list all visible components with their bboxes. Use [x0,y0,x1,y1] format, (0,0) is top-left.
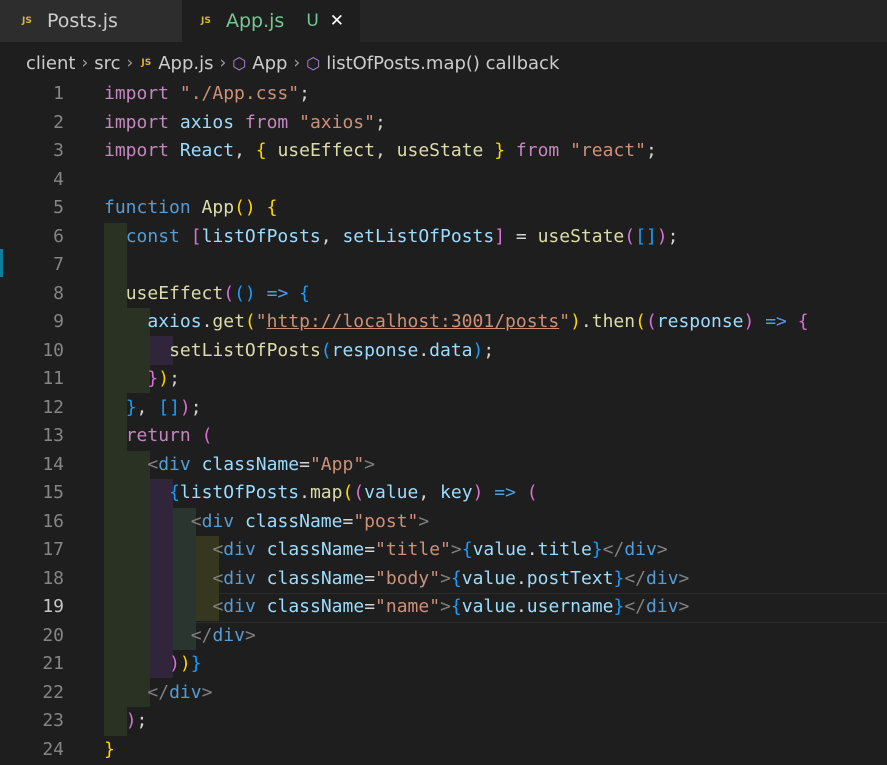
tab-posts-js[interactable]: JS Posts.js [0,0,182,42]
chevron-right-icon: › [293,53,301,73]
code-line[interactable]: <div className="App"> [104,451,809,480]
breadcrumb: client › src › JS App.js › ⬡ App › ⬡ lis… [0,42,887,84]
breadcrumb-symbol-app[interactable]: App [252,53,287,74]
code-line[interactable]: <div className="body">{value.postText}</… [104,565,809,594]
line-number: 9 [53,311,64,332]
code-line[interactable]: </div> [104,679,809,708]
line-number: 20 [42,624,64,646]
code-line[interactable]: ); [104,707,809,736]
code-line[interactable]: const [listOfPosts, setListOfPosts] = us… [104,223,809,252]
code-line[interactable]: <div className="name">{value.username}</… [104,593,809,622]
javascript-file-icon: JS [201,16,211,26]
code-line[interactable] [104,166,809,195]
line-number: 15 [42,482,64,503]
code-line[interactable]: }, []); [104,394,809,423]
code-line[interactable]: </div> [104,622,809,651]
chevron-right-icon: › [219,53,227,73]
line-number: 16 [42,510,64,532]
line-number: 11 [42,368,64,389]
line-number: 2 [53,111,64,133]
code-line[interactable]: }); [104,365,809,394]
javascript-file-icon: JS [22,16,32,26]
line-number: 14 [42,453,64,475]
breadcrumb-symbol-callback[interactable]: listOfPosts.map() callback [326,53,559,74]
tab-app-js[interactable]: JS App.js U ✕ [182,0,360,42]
javascript-file-icon: JS [141,58,152,68]
line-number: 4 [53,168,64,190]
symbol-function-icon: ⬡ [306,53,321,73]
line-number: 21 [42,653,64,674]
breadcrumb-folder-client[interactable]: client [26,53,75,74]
code-line[interactable] [104,251,809,280]
symbol-function-icon: ⬡ [232,53,247,73]
code-line[interactable]: import "./App.css"; [104,80,809,109]
line-number: 18 [42,567,64,589]
code-line[interactable]: return ( [104,422,809,451]
line-number: 10 [42,339,64,361]
line-number: 13 [42,425,64,446]
code-line[interactable]: <div className="title">{value.title}</di… [104,536,809,565]
code-line[interactable]: } [104,736,809,765]
breadcrumb-file-app-js[interactable]: App.js [158,53,213,74]
code-line[interactable]: {listOfPosts.map((value, key) => ( [104,479,809,508]
untracked-status-badge: U [306,11,319,31]
line-number-gutter: 1 2 3 4 5 6 7 8 9 10 11 12 13 14 15 16 17 18 19 20 21 22 23 24 [0,80,88,764]
line-number: 12 [42,396,64,418]
line-number: 8 [53,282,64,304]
code-line[interactable]: <div className="post"> [104,508,809,537]
line-number: 5 [53,197,64,218]
code-line[interactable]: useEffect(() => { [104,280,809,309]
line-number: 17 [42,539,64,560]
code-line[interactable]: setListOfPosts(response.data); [104,337,809,366]
line-number: 1 [53,83,64,104]
chevron-right-icon: › [81,53,89,73]
tab-label: App.js [226,10,285,32]
chevron-right-icon: › [126,53,134,73]
code-editor[interactable]: import "./App.css"; import axios from "ax… [104,80,809,764]
line-number: 24 [42,738,64,760]
line-number: 19 [42,596,64,617]
close-tab-icon[interactable]: ✕ [330,11,344,31]
code-line[interactable]: import axios from "axios"; [104,109,809,138]
line-number: 22 [42,681,64,703]
code-line[interactable]: axios.get("http://localhost:3001/posts")… [104,308,808,337]
breadcrumb-folder-src[interactable]: src [94,53,120,74]
line-number: 3 [53,140,64,161]
code-line[interactable]: ))} [104,650,809,679]
line-number: 23 [42,710,64,731]
code-line[interactable]: function App() { [104,194,809,223]
editor-tab-bar: JS Posts.js JS App.js U ✕ [0,0,887,42]
line-number: 6 [53,225,64,247]
tab-label: Posts.js [47,10,118,32]
line-number: 7 [53,254,64,275]
code-line[interactable]: import React, { useEffect, useState } fr… [104,137,809,166]
